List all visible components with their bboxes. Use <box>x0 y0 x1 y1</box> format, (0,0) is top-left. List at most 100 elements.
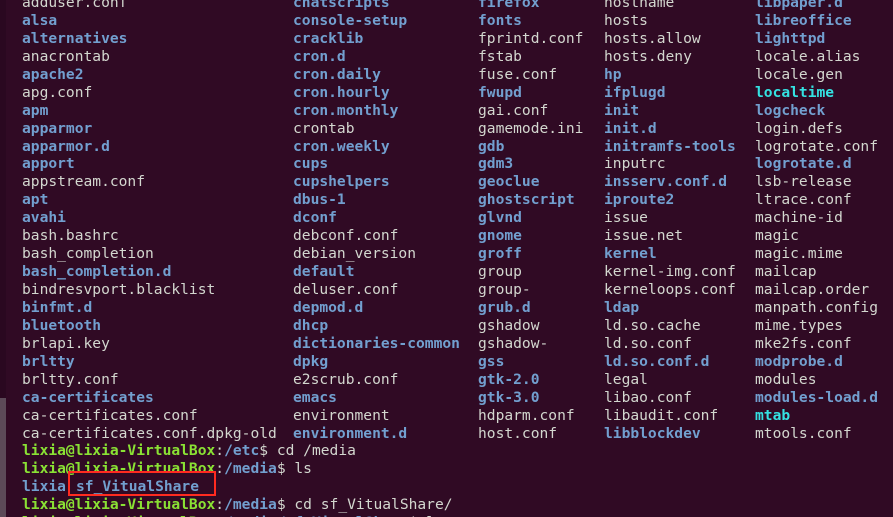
symlink-entry: mtab <box>755 406 791 424</box>
listing-row: apg.conf cron.hourly fwupd ifplugd localtime <box>0 84 893 102</box>
file-entry: manpath.config <box>755 298 879 316</box>
file-entry: magic <box>755 227 799 245</box>
directory-entry: cupshelpers <box>293 173 390 191</box>
file-entry: apg.conf <box>22 83 93 101</box>
directory-entry: cron.hourly <box>293 83 390 101</box>
prompt-path: /media <box>224 460 277 478</box>
directory-entry: modprobe.d <box>755 352 843 370</box>
directory-entry: dictionaries-common <box>293 334 460 352</box>
file-entry: gshadow- <box>478 334 549 352</box>
file-entry: mke2fs.conf <box>755 334 852 352</box>
prompt-command[interactable]: cd /media <box>277 442 356 459</box>
file-entry: group- <box>478 281 531 298</box>
directory-entry: dconf <box>293 209 337 227</box>
prompt-separator: : <box>215 496 225 514</box>
directory-entry: hp <box>604 65 622 83</box>
listing-row: brlapi.key dictionaries-common gshadow-ld.… <box>0 335 893 353</box>
directory-entry: libreoffice <box>755 11 852 29</box>
directory-entry: kernel <box>604 245 657 263</box>
directory-entry: ca-certificates <box>22 388 154 406</box>
file-entry: mailcap.order <box>755 281 870 298</box>
prompt-command[interactable]: ls <box>294 460 312 477</box>
directory-entry: ld.so.conf.d <box>604 352 710 370</box>
file-entry: inputrc <box>604 155 666 173</box>
prompt-dollar: $ <box>276 496 295 514</box>
directory-entry: libblockdev <box>604 424 701 442</box>
listing-row: apparmor.d cron.weekly gdb initramfs-tools l… <box>0 138 893 156</box>
listing-row: adduser.conf chatscripts firefox hostname li… <box>0 0 893 12</box>
directory-entry: apport <box>22 155 75 173</box>
directory-entry: cron.d <box>293 47 346 65</box>
terminal-window[interactable]: adduser.conf chatscripts firefox hostname li… <box>0 0 893 517</box>
directory-entry: bash_completion.d <box>22 263 172 281</box>
listing-row: apport cups gdm3 inputrc logrotate.d <box>0 155 893 173</box>
file-entry: locale.gen <box>755 65 843 83</box>
directory-entry: init.d <box>604 119 657 137</box>
directory-entry: sf_VitualShare <box>76 478 200 496</box>
directory-entry: gdm3 <box>478 155 514 173</box>
directory-entry: default <box>293 263 355 281</box>
file-entry: legal <box>604 370 648 388</box>
file-entry: ca-certificates.conf <box>22 406 198 424</box>
scrollbar-thumb[interactable] <box>0 398 6 517</box>
directory-entry: ifplugd <box>604 83 666 101</box>
prompt-separator: : <box>215 442 225 460</box>
prompt-line: lixia@lixia-VirtualBox:/media$ cd sf_Vit… <box>0 496 893 514</box>
file-entry: brlapi.key <box>22 334 110 352</box>
terminal-content: adduser.conf chatscripts firefox hostname li… <box>0 0 893 517</box>
file-entry: ld.so.conf <box>604 334 692 352</box>
directory-entry: apt <box>22 191 49 209</box>
directory-entry: dhcp <box>293 316 329 334</box>
directory-entry: firefox <box>478 0 540 11</box>
directory-entry: groff <box>478 245 522 263</box>
directory-entry: ghostscript <box>478 191 575 209</box>
file-entry: crontab <box>293 119 355 137</box>
directory-entry: gnome <box>478 227 522 245</box>
directory-entry: binfmt.d <box>22 298 93 316</box>
file-entry: hostname <box>604 0 675 11</box>
file-entry: deluser.conf <box>293 281 399 298</box>
prompt-line: lixia@lixia-VirtualBox:/media$ ls <box>0 460 893 478</box>
file-entry: bash_completion <box>22 245 154 263</box>
directory-entry: cron.monthly <box>293 101 399 119</box>
file-entry: libaudit.conf <box>604 406 719 424</box>
file-entry: brltty.conf <box>22 370 119 388</box>
listing-row: ca-certificates.conf environment hdparm.co… <box>0 407 893 425</box>
directory-entry: ldap <box>604 298 640 316</box>
prompt-line: lixia@lixia-VirtualBox:/etc$ cd /media <box>0 442 893 460</box>
listing-row: bindresvport.blacklist deluser.conf group-… <box>0 281 893 299</box>
prompt-dollar: $ <box>276 460 295 478</box>
prompt-path: /etc <box>224 442 260 460</box>
directory-entry: alternatives <box>22 29 128 47</box>
prompt-text: lixia@lixia-VirtualBox:/media$ cd sf_Vit… <box>22 496 453 514</box>
file-entry: login.defs <box>755 119 843 137</box>
file-entry: hosts.deny <box>604 47 692 65</box>
file-entry: libao.conf <box>604 388 692 406</box>
file-entry: lsb-release <box>755 173 852 191</box>
file-entry: anacrontab <box>22 47 110 65</box>
directory-entry: console-setup <box>293 11 408 29</box>
directory-entry: apparmor.d <box>22 137 110 155</box>
directory-entry: glvnd <box>478 209 522 227</box>
directory-entry: environment.d <box>293 424 408 442</box>
directory-entry: brltty <box>22 352 75 370</box>
file-entry: modules <box>755 370 817 388</box>
prompt-user-host: lixia@lixia-VirtualBox <box>22 496 216 514</box>
file-entry: e2scrub.conf <box>293 370 399 388</box>
symlink-entry: localtime <box>755 83 835 101</box>
directory-entry: iproute2 <box>604 191 675 209</box>
prompt-separator: : <box>215 460 225 478</box>
file-entry: issue <box>604 209 648 227</box>
directory-entry: dpkg <box>293 352 329 370</box>
directory-entry: fwupd <box>478 83 522 101</box>
file-entry: logrotate.conf <box>755 137 879 155</box>
directory-entry: modules-load.d <box>755 388 879 406</box>
listing-row: bluetooth dhcp gshadow ld.so.cache mime.type… <box>0 317 893 335</box>
file-entry: mtools.conf <box>755 424 852 442</box>
listing-row: apm cron.monthly gai.conf init logcheck <box>0 102 893 120</box>
file-entry: ltrace.conf <box>755 191 852 209</box>
prompt-command[interactable]: cd sf_VitualShare/ <box>294 496 452 513</box>
directory-entry: initramfs-tools <box>604 137 736 155</box>
listing-row: anacrontab cron.d fstab hosts.deny locale.al… <box>0 48 893 66</box>
prompt-dollar: $ <box>259 442 277 460</box>
